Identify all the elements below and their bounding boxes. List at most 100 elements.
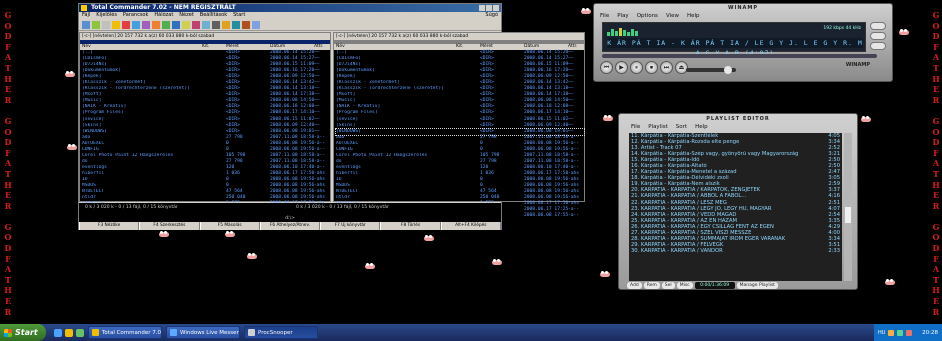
menu-item[interactable]: Parancsok bbox=[123, 12, 148, 19]
winamp-menu-item[interactable]: File bbox=[600, 12, 609, 20]
volume-knob[interactable] bbox=[724, 66, 732, 74]
desktop-worm-icon[interactable] bbox=[66, 141, 78, 153]
toolbar-button-icon[interactable] bbox=[132, 21, 140, 29]
desktop-worm-icon[interactable] bbox=[602, 112, 614, 124]
ie-icon[interactable] bbox=[54, 328, 62, 337]
function-key-button[interactable]: F6 Áthelyez/Átnev. bbox=[259, 222, 321, 230]
toolbar-button-icon[interactable] bbox=[172, 21, 180, 29]
playlist-sel-button[interactable]: Sel bbox=[661, 281, 675, 289]
visualizer[interactable] bbox=[607, 26, 667, 36]
playlist-menu-item[interactable]: File bbox=[631, 124, 640, 131]
next-button[interactable]: ⏭ bbox=[660, 61, 673, 74]
function-key-button[interactable]: F8 Törlés bbox=[380, 222, 441, 230]
left-file-list[interactable]: [..] <DIR> 2008.06.14 15:20 —— [CDIsmFo] <DIR… bbox=[80, 50, 330, 219]
menu-item[interactable]: Kijelölés bbox=[96, 12, 117, 19]
toolbar-button-icon[interactable] bbox=[162, 21, 170, 29]
playlist-scrollbar[interactable] bbox=[844, 133, 852, 281]
playlist-list[interactable]: 11. Kárpátia - Kárpátia-Szentlélek 4:05 12… bbox=[629, 133, 842, 281]
desktop-worm-icon[interactable] bbox=[884, 276, 896, 288]
winamp-main-window[interactable]: WINAMP File Play Options View Help 192 kbps … bbox=[593, 3, 893, 82]
toolbar-button-icon[interactable] bbox=[202, 21, 210, 29]
start-button[interactable]: Start bbox=[0, 324, 46, 341]
desktop-icon[interactable] bbox=[76, 328, 84, 337]
playlist-menu-item[interactable]: Sort bbox=[676, 124, 687, 131]
taskbar-button[interactable]: Total Commander 7.0... bbox=[88, 326, 162, 339]
toolbar-button-icon[interactable] bbox=[192, 21, 200, 29]
function-key-button[interactable]: F4 Szerkesztés bbox=[139, 222, 200, 230]
menu-item[interactable]: Nézet bbox=[179, 12, 193, 19]
toolbar-button-icon[interactable] bbox=[112, 21, 120, 29]
pl-toggle-button[interactable] bbox=[870, 32, 886, 40]
playlist-add-button[interactable]: Add bbox=[627, 281, 642, 289]
winamp-menu-item[interactable]: View bbox=[666, 12, 679, 20]
toolbar-button-icon[interactable] bbox=[232, 21, 240, 29]
stop-button[interactable]: ⏹ bbox=[645, 61, 658, 74]
winamp-menu-item[interactable]: Play bbox=[617, 12, 628, 20]
playlist-rem-button[interactable]: Rem bbox=[643, 281, 660, 289]
function-key-button[interactable]: F5 Másolás bbox=[199, 222, 260, 230]
tray-icon[interactable] bbox=[888, 329, 895, 336]
menu-item[interactable]: Start bbox=[233, 12, 245, 19]
eq-toggle-button[interactable] bbox=[870, 22, 886, 30]
taskbar-button[interactable]: ProcSnooper bbox=[244, 326, 318, 339]
playlist-misc-button[interactable]: Misc bbox=[676, 281, 693, 289]
playlist-editor-window[interactable]: PLAYLIST EDITOR File Playlist Sort Help 11.… bbox=[618, 113, 858, 290]
taskbar-button[interactable]: Windows Live Messen... bbox=[166, 326, 240, 339]
right-file-list[interactable]: [..] <DIR> 2008.06.14 15:20 —— [CDIsmFo] <DIR… bbox=[334, 50, 585, 219]
previous-button[interactable]: ⏮ bbox=[600, 61, 613, 74]
play-button[interactable]: ▶ bbox=[615, 61, 628, 74]
close-icon[interactable] bbox=[493, 5, 499, 11]
toolbar-button-icon[interactable] bbox=[222, 21, 230, 29]
tray-icon[interactable] bbox=[906, 329, 913, 336]
toolbar-button-icon[interactable] bbox=[92, 21, 100, 29]
toolbar-button-icon[interactable] bbox=[152, 21, 160, 29]
menu-help[interactable]: Súgó bbox=[485, 12, 498, 19]
playlist-menu-item[interactable]: Help bbox=[695, 124, 708, 131]
tc-titlebar[interactable]: Total Commander 7.02 - NEM REGISZTRÁLT bbox=[79, 4, 501, 12]
toolbar-button-icon[interactable] bbox=[242, 21, 250, 29]
desktop-worm-icon[interactable] bbox=[246, 250, 258, 262]
desktop-worm-icon[interactable] bbox=[580, 5, 592, 17]
desktop-worm-icon[interactable] bbox=[423, 232, 435, 244]
toolbar-button-icon[interactable] bbox=[102, 21, 110, 29]
function-key-button[interactable]: F3 Nézőke bbox=[79, 222, 140, 230]
seek-bar[interactable] bbox=[602, 54, 877, 58]
desktop-worm-icon[interactable] bbox=[491, 256, 503, 268]
desktop-worm-icon[interactable] bbox=[64, 68, 76, 80]
toolbar-button-icon[interactable] bbox=[182, 21, 190, 29]
pause-button[interactable]: ⏸ bbox=[630, 61, 643, 74]
toolbar-button-icon[interactable] bbox=[212, 21, 220, 29]
desktop-worm-icon[interactable] bbox=[898, 26, 910, 38]
winamp-titlebar[interactable]: WINAMP bbox=[594, 4, 892, 12]
menu-item[interactable]: Hálózat bbox=[154, 12, 173, 19]
tray-icon[interactable] bbox=[897, 329, 904, 336]
menu-item[interactable]: Fájl bbox=[82, 12, 90, 19]
toolbar-button-icon[interactable] bbox=[122, 21, 130, 29]
toolbar-button-icon[interactable] bbox=[142, 21, 150, 29]
right-path-bar[interactable]: [-c-] [névtelen] 20 157 732 k a(z) 60 03… bbox=[334, 33, 584, 40]
menu-item[interactable]: Beállítások bbox=[200, 12, 227, 19]
playlist-menu-item[interactable]: Playlist bbox=[648, 124, 668, 131]
toolbar-button-icon[interactable] bbox=[252, 21, 260, 29]
minimize-icon[interactable] bbox=[479, 5, 485, 11]
total-commander-window[interactable]: Total Commander 7.02 - NEM REGISZTRÁLT F… bbox=[78, 3, 585, 230]
playlist-item[interactable]: 30. KÁRPÁTIA - KÁRPÁTIA / VÁNDOR 2:33 bbox=[629, 248, 842, 254]
left-path-bar[interactable]: [-c-] [névtelen] 20 157 732 k a(z) 60 03… bbox=[80, 33, 330, 40]
language-indicator[interactable]: HU bbox=[878, 330, 885, 336]
toolbar-button-icon[interactable] bbox=[82, 21, 90, 29]
right-panel[interactable]: [-c-] [névtelen] 20 157 732 k a(z) 60 03… bbox=[333, 32, 585, 218]
function-key-button[interactable]: F7 Új könyvtár bbox=[320, 222, 381, 230]
manage-playlist-button[interactable]: Manage Playlist bbox=[736, 281, 778, 289]
maximize-icon[interactable] bbox=[486, 5, 492, 11]
winamp-menu-item[interactable]: Help bbox=[687, 12, 700, 20]
winamp-menu-item[interactable]: Options bbox=[637, 12, 658, 20]
left-panel[interactable]: [-c-] [névtelen] 20 157 732 k a(z) 60 03… bbox=[79, 32, 331, 218]
scroll-thumb[interactable] bbox=[845, 207, 851, 223]
volume-slider[interactable] bbox=[686, 66, 736, 74]
desktop-worm-icon[interactable] bbox=[364, 260, 376, 272]
shuffle-button[interactable] bbox=[870, 42, 886, 50]
folder-icon[interactable] bbox=[65, 328, 73, 337]
desktop-worm-icon[interactable] bbox=[599, 268, 611, 280]
playlist-titlebar[interactable]: PLAYLIST EDITOR bbox=[619, 114, 857, 124]
function-key-button[interactable]: Alt+F4 Kilépés bbox=[440, 222, 501, 230]
